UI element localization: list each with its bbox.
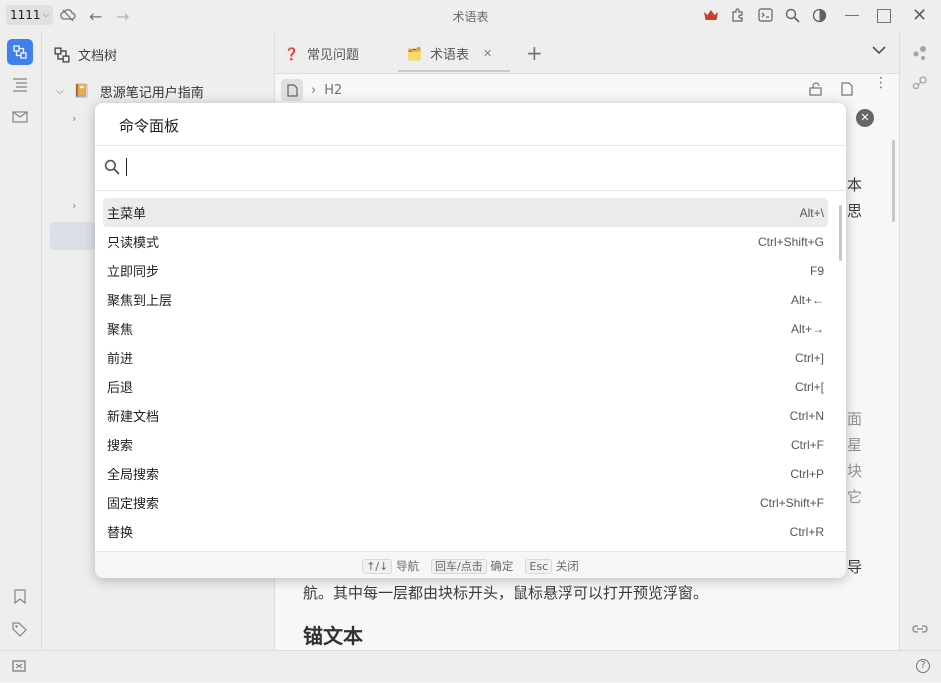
text-cursor (126, 158, 127, 176)
command-item-main-menu[interactable]: 主菜单 Alt+\ (103, 198, 828, 227)
command-panel-dialog: 命令面板 主菜单 Alt+\ 只读模式 Ctrl+Shift+G 立即同步 F9 聚焦… (95, 103, 846, 578)
close-key: Esc (525, 558, 553, 574)
command-label: 后退 (107, 381, 134, 396)
command-list-scrollbar[interactable] (839, 205, 842, 261)
command-search-input[interactable] (125, 156, 819, 182)
command-item-readonly[interactable]: 只读模式 Ctrl+Shift+G (103, 227, 828, 256)
command-label: 聚焦到上层 (107, 294, 173, 309)
footer-confirm: 回车/点击 确定 (431, 558, 513, 574)
command-label: 固定搜索 (107, 497, 160, 512)
command-item-replace[interactable]: 替换 Ctrl+R (103, 517, 828, 546)
confirm-label: 确定 (490, 558, 514, 573)
command-shortcut: Ctrl+R (789, 524, 824, 539)
command-item-search[interactable]: 搜索 Ctrl+F (103, 430, 828, 459)
command-shortcut: Ctrl+Shift+F (759, 495, 824, 510)
command-item-global-search[interactable]: 全局搜索 Ctrl+P (103, 459, 828, 488)
command-label: 前进 (107, 352, 134, 367)
command-shortcut: Ctrl+N (789, 408, 824, 423)
command-label: 立即同步 (107, 265, 160, 280)
command-label: 主菜单 (107, 207, 147, 222)
close-dialog-icon[interactable]: ✕ (856, 109, 874, 127)
command-item-focus[interactable]: 聚焦 Alt+→ (103, 314, 828, 343)
command-item-sync-now[interactable]: 立即同步 F9 (103, 256, 828, 285)
command-shortcut: Ctrl+Shift+G (757, 234, 824, 249)
footer-close: Esc 关闭 (525, 558, 579, 574)
command-item-forward[interactable]: 前进 Ctrl+] (103, 343, 828, 372)
command-item-back[interactable]: 后退 Ctrl+[ (103, 372, 828, 401)
navigate-key: ↑/↓ (362, 558, 393, 574)
confirm-key: 回车/点击 (431, 558, 487, 574)
command-item-new-doc[interactable]: 新建文档 Ctrl+N (103, 401, 828, 430)
command-label: 聚焦 (107, 323, 134, 338)
command-label: 全局搜索 (107, 468, 160, 483)
navigate-label: 导航 (396, 558, 420, 573)
command-shortcut: Ctrl+P (790, 466, 824, 481)
command-shortcut: Ctrl+[ (794, 379, 824, 394)
command-item-focus-parent[interactable]: 聚焦到上层 Alt+← (103, 285, 828, 314)
command-label: 只读模式 (107, 236, 160, 251)
command-shortcut: Alt+\ (799, 205, 824, 220)
search-icon (104, 159, 120, 175)
command-item-pinned-search[interactable]: 固定搜索 Ctrl+Shift+F (103, 488, 828, 517)
close-label: 关闭 (555, 558, 579, 573)
command-shortcut: F9 (809, 263, 824, 278)
command-shortcut: Ctrl+F (791, 437, 824, 452)
footer-navigate: ↑/↓ 导航 (362, 558, 419, 574)
command-search-box[interactable] (95, 145, 846, 191)
command-shortcut: Ctrl+] (794, 350, 824, 365)
command-shortcut: Alt+→ (790, 321, 824, 336)
command-label: 新建文档 (107, 410, 160, 425)
command-list: 主菜单 Alt+\ 只读模式 Ctrl+Shift+G 立即同步 F9 聚焦到上层 Al… (103, 198, 828, 546)
command-label: 搜索 (107, 439, 134, 454)
command-panel-title: 命令面板 (119, 117, 180, 135)
command-panel-footer: ↑/↓ 导航 回车/点击 确定 Esc 关闭 (95, 551, 846, 578)
command-label: 替换 (107, 526, 134, 541)
command-shortcut: Alt+← (790, 292, 824, 307)
